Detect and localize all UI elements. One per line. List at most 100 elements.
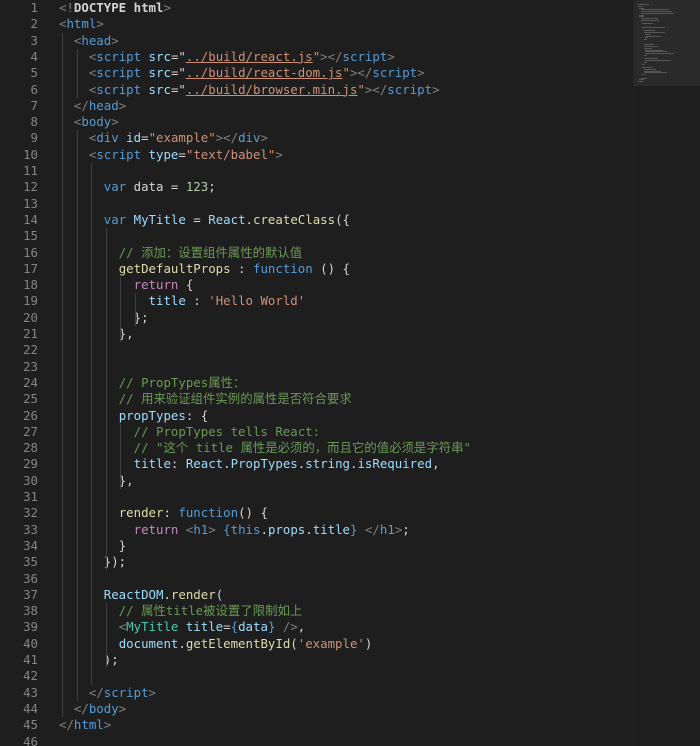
code-token: { xyxy=(178,277,194,293)
code-token: script xyxy=(372,65,418,81)
code-token: isRequired xyxy=(357,456,433,472)
code-token: function xyxy=(178,505,239,521)
code-line[interactable]: title : 'Hello World' xyxy=(59,293,306,309)
code-line[interactable]: <script type="text/babel"> xyxy=(59,147,283,163)
code-token: </ xyxy=(364,521,380,537)
code-line[interactable]: <script src="../build/react.js"></script… xyxy=(59,49,395,65)
code-token: /> xyxy=(275,619,298,635)
code-token: { xyxy=(230,619,239,635)
code-line[interactable]: <script src="../build/browser.min.js"></… xyxy=(59,82,440,98)
code-line[interactable]: // 用来验证组件实例的属性是否符合要求 xyxy=(59,391,352,407)
code-token: > xyxy=(118,700,127,716)
code-token: MyTitle xyxy=(133,211,186,227)
code-line[interactable]: getDefaultProps : function () { xyxy=(59,261,350,277)
code-token: } xyxy=(350,521,358,537)
code-token: ) xyxy=(364,635,373,651)
code-line[interactable]: <body> xyxy=(59,114,119,130)
code-token: ></ xyxy=(320,48,343,64)
indent-guide xyxy=(76,48,78,98)
code-line[interactable]: var data = 123; xyxy=(59,179,216,195)
code-line[interactable]: propTypes: { xyxy=(59,408,209,424)
code-token: 'example' xyxy=(297,635,365,651)
code-line[interactable]: }, xyxy=(59,326,134,342)
code-token: = xyxy=(178,146,186,162)
code-line[interactable]: ReactDOM.render( xyxy=(59,587,223,603)
code-token: script xyxy=(103,684,149,700)
code-token: > xyxy=(260,130,268,146)
code-editor[interactable]: 1 2 3 4 5 6 7 8 9 10 11 12 13 14 15 16 17 18 19 20 21 22 23 24 2… xyxy=(0,0,700,746)
code-line[interactable]: <MyTitle title={data} />, xyxy=(59,619,306,635)
code-token: > xyxy=(275,146,283,162)
code-token: title xyxy=(185,619,224,635)
code-line[interactable]: <head> xyxy=(59,33,119,49)
code-token: var xyxy=(103,179,127,195)
code-token: > xyxy=(387,48,395,64)
code-line[interactable]: <!DOCTYPE html> xyxy=(59,0,171,16)
code-line[interactable]: </html> xyxy=(59,717,111,733)
code-area[interactable]: <!DOCTYPE html> <html> <head> <script src… xyxy=(0,0,634,746)
code-token: PropTypes xyxy=(230,456,298,472)
minimap[interactable] xyxy=(634,0,700,86)
code-token: </ xyxy=(73,700,89,716)
code-line[interactable]: <html> xyxy=(59,16,104,32)
indent-guide xyxy=(120,423,121,489)
code-token: head xyxy=(88,97,119,113)
code-token: ( xyxy=(215,586,224,602)
code-token: </ xyxy=(88,684,104,700)
code-token: src xyxy=(148,48,171,64)
code-token: title xyxy=(312,521,351,537)
code-token: h1 xyxy=(193,521,209,537)
code-token: =" xyxy=(170,81,186,97)
code-token: html xyxy=(133,0,164,15)
code-token: }); xyxy=(103,554,127,570)
code-line[interactable]: }); xyxy=(59,554,126,570)
code-line[interactable]: }, xyxy=(59,473,134,489)
code-token: getDefaultProps xyxy=(118,260,231,276)
code-line[interactable]: <script src="../build/react-dom.js"></sc… xyxy=(59,65,425,81)
code-line[interactable]: </script> xyxy=(59,685,156,701)
code-token: string xyxy=(305,456,350,472)
code-token: type xyxy=(148,146,179,162)
minimap-line xyxy=(640,12,674,14)
code-token: . xyxy=(223,456,231,472)
code-line[interactable]: // PropTypes属性： xyxy=(59,374,246,391)
code-line[interactable]: // 属性title被设置了限制如上 xyxy=(59,603,303,619)
code-token: // PropTypes属性： xyxy=(118,374,246,390)
code-token: render xyxy=(170,586,216,602)
code-line[interactable]: // PropTypes tells React: xyxy=(59,424,321,440)
code-line[interactable]: var MyTitle = React.createClass({ xyxy=(59,212,350,228)
indent-guide xyxy=(134,293,136,326)
code-token: ></ xyxy=(349,65,373,81)
code-line[interactable]: </body> xyxy=(59,701,126,717)
code-line[interactable]: } xyxy=(59,538,126,554)
code-line[interactable]: return <h1> {this.props.title} </h1>; xyxy=(59,522,410,538)
code-line[interactable]: title: React.PropTypes.string.isRequired… xyxy=(59,456,440,472)
indent-guide xyxy=(76,130,78,701)
code-token: 'Hello World' xyxy=(208,293,306,309)
code-line[interactable]: return { xyxy=(59,277,194,293)
code-token: data = xyxy=(126,179,186,195)
code-token: =" xyxy=(170,65,186,81)
code-line[interactable]: <div id="example"></div> xyxy=(59,130,268,146)
code-line[interactable]: ); xyxy=(59,652,119,668)
code-token: data xyxy=(238,619,268,635)
minimap-line xyxy=(645,53,674,54)
code-token: ../build/react.js xyxy=(185,48,313,64)
code-line[interactable]: </head> xyxy=(59,98,126,114)
code-token: : xyxy=(170,456,186,472)
code-line[interactable]: // 添加：设置组件属性的默认值 xyxy=(59,245,302,261)
